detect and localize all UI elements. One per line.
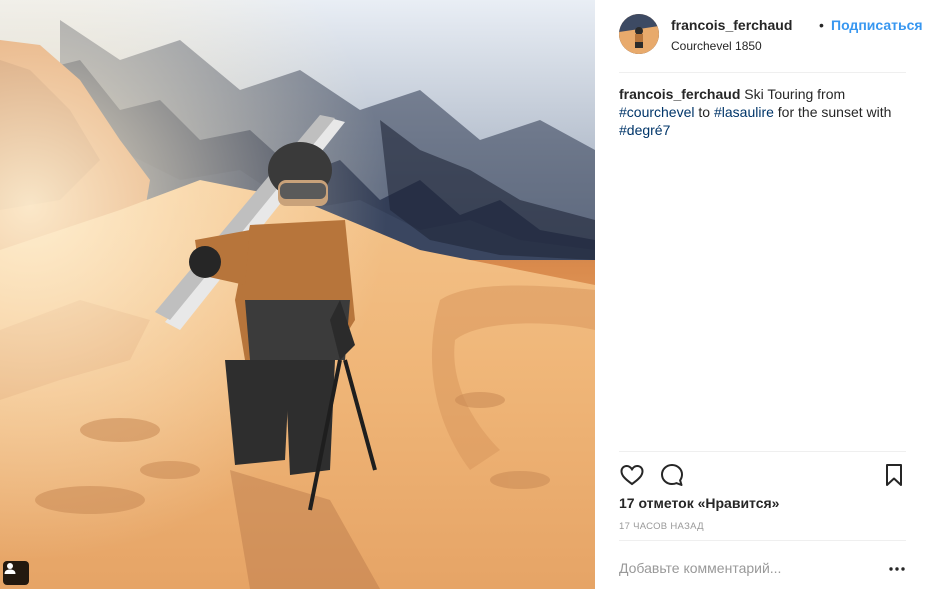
hashtag-degre7[interactable]: #degré7 xyxy=(619,122,670,138)
caption-username[interactable]: francois_ferchaud xyxy=(619,86,740,102)
caption-text: to xyxy=(698,104,711,120)
hashtag-lasaulire[interactable]: #lasaulire xyxy=(714,104,774,120)
follow-button[interactable]: Подписаться xyxy=(831,17,923,33)
post-username[interactable]: francois_ferchaud xyxy=(671,17,792,33)
user-tag-icon[interactable] xyxy=(3,561,29,585)
avatar[interactable] xyxy=(619,14,659,54)
header-divider xyxy=(619,72,906,73)
actions-divider xyxy=(619,451,906,452)
likes-count[interactable]: 17 отметок «Нравится» xyxy=(619,495,779,511)
caption-text: Ski Touring from xyxy=(744,86,846,102)
heart-icon[interactable] xyxy=(619,462,645,488)
post-photo[interactable] xyxy=(0,0,595,589)
comment-divider xyxy=(619,540,906,541)
post-caption: francois_ferchaud Ski Touring from #cour… xyxy=(619,85,909,139)
more-options-icon[interactable] xyxy=(887,559,907,579)
bookmark-icon[interactable] xyxy=(881,462,907,488)
post-timestamp[interactable]: 17 часов назад xyxy=(619,521,704,532)
post-header: francois_ferchaud • Подписаться Courchev… xyxy=(619,14,923,72)
comment-icon[interactable] xyxy=(659,462,685,488)
post-location[interactable]: Courchevel 1850 xyxy=(671,39,762,53)
separator-dot: • xyxy=(819,17,824,33)
ski-touring-photo xyxy=(0,0,595,589)
caption-text: for the sunset with xyxy=(777,104,892,120)
post-side-panel: francois_ferchaud • Подписаться Courchev… xyxy=(595,0,925,589)
comment-input[interactable] xyxy=(619,557,869,579)
post-actions xyxy=(619,462,906,488)
hashtag-courchevel[interactable]: #courchevel xyxy=(619,104,695,120)
